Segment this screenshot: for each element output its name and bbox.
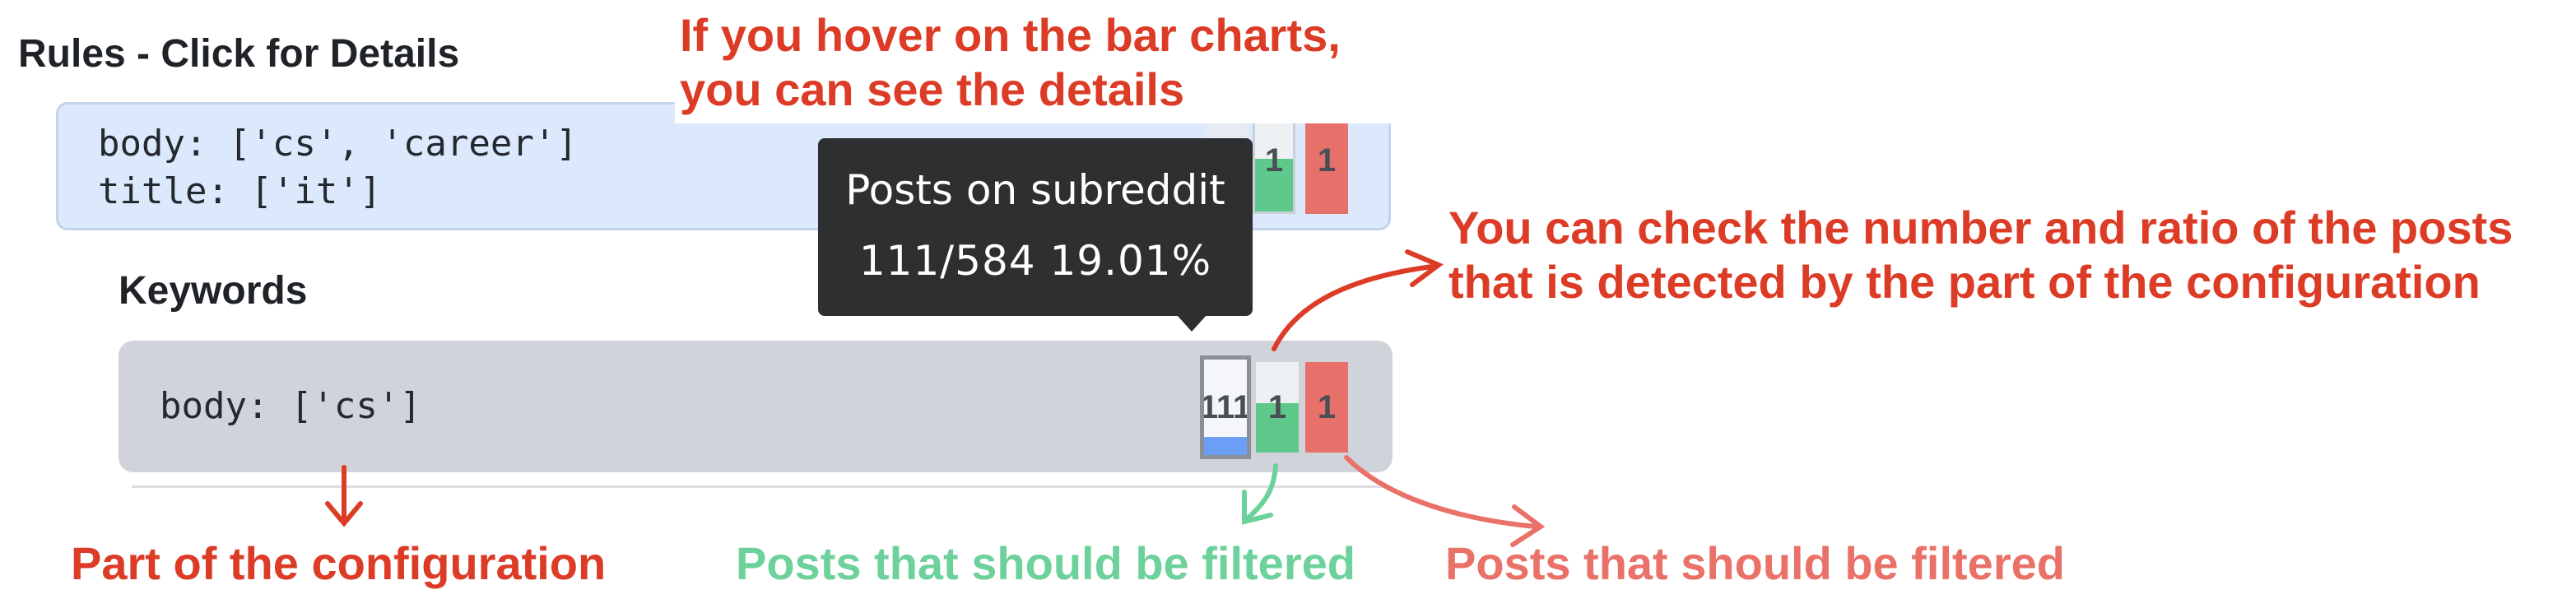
hover-annotation: If you hover on the bar charts, you can … (675, 0, 1393, 123)
keyword-filtered-count: 1 (1317, 388, 1337, 425)
check-annotation-line1: You can check the number and ratio of th… (1448, 202, 2513, 253)
check-annotation: You can check the number and ratio of th… (1448, 201, 2513, 309)
rule-should-filter-count: 1 (1264, 142, 1284, 179)
section-divider (132, 485, 1391, 488)
tooltip-title: Posts on subreddit (845, 166, 1225, 214)
keywords-heading: Keywords (119, 269, 308, 313)
keyword-filtered-bar[interactable]: 1 (1305, 362, 1348, 453)
config-annotation: Part of the configuration (71, 537, 607, 589)
arrow-to-config (325, 465, 363, 527)
rule-code-line-title: title: ['it'] (98, 170, 382, 212)
hover-annotation-line2: you can see the details (680, 63, 1185, 115)
keyword-matched-bar[interactable]: 111 (1200, 355, 1251, 459)
rules-heading[interactable]: Rules - Click for Details (18, 31, 459, 77)
red-bar-annotation: Posts that should be filtered (1445, 537, 2065, 589)
arrow-to-green-annotation (1242, 463, 1278, 525)
hover-annotation-line1: If you hover on the bar charts, (680, 9, 1341, 61)
tooltip-arrow (1177, 315, 1207, 332)
keyword-should-filter-bar[interactable]: 1 (1256, 362, 1299, 453)
rule-code-line-body: body: ['cs', 'career'] (98, 123, 578, 165)
keyword-should-filter-count: 1 (1267, 388, 1287, 425)
keyword-matched-count: 111 (1200, 388, 1251, 425)
bar-tooltip: Posts on subreddit 111/584 19.01% (818, 138, 1253, 316)
tooltip-value: 111/584 19.01% (858, 237, 1212, 285)
check-annotation-line2: that is detected by the part of the conf… (1448, 256, 2481, 308)
green-bar-annotation: Posts that should be filtered (736, 537, 1355, 589)
arrow-to-check-annotation (1272, 249, 1444, 351)
keyword-code: body: ['cs'] (160, 385, 421, 427)
